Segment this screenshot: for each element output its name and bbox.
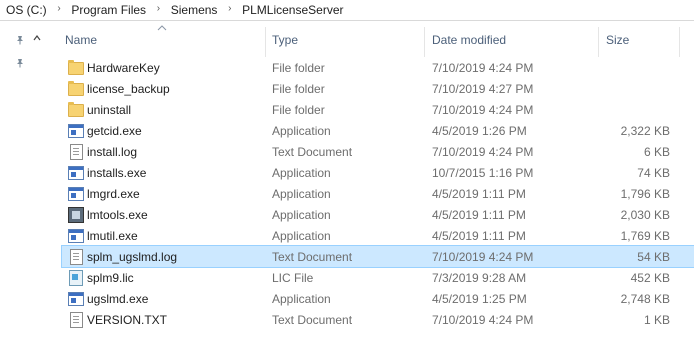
file-date-modified: 7/10/2019 4:24 PM	[432, 61, 534, 75]
folder-icon	[68, 81, 84, 96]
file-size: 1 KB	[643, 313, 670, 327]
application-icon	[68, 123, 84, 138]
file-type: Application	[272, 229, 331, 243]
file-size: 2,030 KB	[620, 208, 670, 222]
file-name[interactable]: getcid.exe	[87, 124, 142, 138]
text-document-icon	[68, 249, 84, 265]
application-icon	[68, 165, 84, 180]
text-document-icon	[68, 144, 84, 160]
folder-icon	[68, 102, 84, 117]
file-date-modified: 7/10/2019 4:27 PM	[432, 82, 534, 96]
file-date-modified: 7/3/2019 9:28 AM	[432, 271, 527, 285]
file-size: 2,748 KB	[620, 292, 670, 306]
column-header-type[interactable]: Type	[266, 21, 423, 59]
file-name[interactable]: lmgrd.exe	[87, 187, 140, 201]
file-name[interactable]: splm9.lic	[87, 271, 134, 285]
file-date-modified: 7/10/2019 4:24 PM	[432, 313, 534, 327]
column-header-date[interactable]: Date modified	[425, 21, 598, 59]
column-header-name[interactable]: Name	[47, 21, 265, 59]
file-date-modified: 4/5/2019 1:26 PM	[432, 124, 527, 138]
column-header-size-label: Size	[606, 33, 630, 47]
pin-icon[interactable]	[15, 58, 25, 68]
file-row[interactable]: installs.exe Application 10/7/2015 1:16 PM…	[62, 162, 694, 183]
file-size: 452 KB	[630, 271, 670, 285]
column-header-name-label: Name	[65, 33, 98, 47]
breadcrumb-separator-icon[interactable]: ›	[221, 3, 239, 14]
file-row[interactable]: lmtools.exe Application 4/5/2019 1:11 PM 2,…	[62, 204, 694, 225]
license-file-icon	[68, 270, 84, 286]
breadcrumb-program-files[interactable]: Program Files	[71, 3, 146, 17]
file-type: Application	[272, 124, 331, 138]
file-name[interactable]: install.log	[87, 145, 137, 159]
column-header-row: Name Type Date modified Size	[47, 21, 694, 59]
file-name[interactable]: ugslmd.exe	[87, 292, 148, 306]
column-divider[interactable]	[679, 27, 680, 57]
breadcrumb-separator-icon[interactable]: ›	[149, 3, 167, 14]
file-type: File folder	[272, 82, 325, 96]
breadcrumb-os-drive[interactable]: OS (C:)	[6, 3, 47, 17]
file-date-modified: 10/7/2015 1:16 PM	[432, 166, 534, 180]
folder-icon	[68, 60, 84, 75]
lmtools-icon	[68, 207, 84, 223]
file-row[interactable]: install.log Text Document 7/10/2019 4:24 P…	[62, 141, 694, 162]
file-list: HardwareKey File folder 7/10/2019 4:24 PM l…	[61, 57, 694, 330]
file-name[interactable]: lmutil.exe	[87, 229, 138, 243]
address-bar[interactable]: OS (C:) › Program Files › Siemens › PLML…	[0, 0, 694, 21]
file-name[interactable]: license_backup	[87, 82, 170, 96]
file-size: 6 KB	[643, 145, 670, 159]
file-name[interactable]: splm_ugslmd.log	[87, 250, 177, 264]
file-row[interactable]: lmutil.exe Application 4/5/2019 1:11 PM 1,7…	[62, 225, 694, 246]
application-icon	[68, 291, 84, 306]
file-type: File folder	[272, 61, 325, 75]
breadcrumb: OS (C:) › Program Files › Siemens › PLML…	[6, 3, 344, 17]
file-row[interactable]: splm9.lic LIC File 7/3/2019 9:28 AM 452 KB	[62, 267, 694, 288]
file-row[interactable]: license_backup File folder 7/10/2019 4:27 …	[62, 78, 694, 99]
file-type: LIC File	[272, 271, 314, 285]
file-row[interactable]: uninstall File folder 7/10/2019 4:24 PM	[62, 99, 694, 120]
file-type: Text Document	[272, 145, 353, 159]
file-row[interactable]: VERSION.TXT Text Document 7/10/2019 4:24 P…	[62, 309, 694, 330]
breadcrumb-siemens[interactable]: Siemens	[171, 3, 218, 17]
file-date-modified: 7/10/2019 4:24 PM	[432, 250, 534, 264]
file-row[interactable]: HardwareKey File folder 7/10/2019 4:24 PM	[62, 57, 694, 78]
file-date-modified: 4/5/2019 1:11 PM	[432, 187, 526, 201]
file-name[interactable]: installs.exe	[87, 166, 146, 180]
column-header-type-label: Type	[272, 33, 299, 47]
file-type: Text Document	[272, 250, 353, 264]
file-row[interactable]: splm_ugslmd.log Text Document 7/10/2019 4:…	[61, 245, 694, 268]
application-icon	[68, 228, 84, 243]
breadcrumb-plmlicenseserver[interactable]: PLMLicenseServer	[242, 3, 343, 17]
file-size: 74 KB	[637, 166, 670, 180]
breadcrumb-separator-icon[interactable]: ›	[50, 3, 68, 14]
file-date-modified: 4/5/2019 1:11 PM	[432, 229, 526, 243]
file-type: Application	[272, 187, 331, 201]
file-row[interactable]: getcid.exe Application 4/5/2019 1:26 PM 2,3…	[62, 120, 694, 141]
file-date-modified: 4/5/2019 1:25 PM	[432, 292, 527, 306]
file-name[interactable]: HardwareKey	[87, 61, 160, 75]
navigation-pane	[0, 21, 47, 341]
file-type: Application	[272, 292, 331, 306]
file-date-modified: 4/5/2019 1:11 PM	[432, 208, 526, 222]
application-icon	[68, 186, 84, 201]
file-type: Application	[272, 208, 331, 222]
column-header-size[interactable]: Size	[599, 21, 679, 59]
file-size: 1,796 KB	[620, 187, 670, 201]
file-date-modified: 7/10/2019 4:24 PM	[432, 145, 534, 159]
column-header-date-label: Date modified	[432, 33, 507, 47]
file-type: File folder	[272, 103, 325, 117]
file-name[interactable]: uninstall	[87, 103, 131, 117]
file-size: 2,322 KB	[620, 124, 670, 138]
file-row[interactable]: lmgrd.exe Application 4/5/2019 1:11 PM 1,79…	[62, 183, 694, 204]
file-size: 1,769 KB	[620, 229, 670, 243]
text-document-icon	[68, 312, 84, 328]
file-name[interactable]: lmtools.exe	[87, 208, 148, 222]
file-size: 54 KB	[637, 250, 670, 264]
file-name[interactable]: VERSION.TXT	[87, 313, 167, 327]
file-date-modified: 7/10/2019 4:24 PM	[432, 103, 534, 117]
scroll-up-chevron-icon[interactable]	[33, 31, 41, 41]
file-type: Text Document	[272, 313, 353, 327]
file-row[interactable]: ugslmd.exe Application 4/5/2019 1:25 PM 2,7…	[62, 288, 694, 309]
file-type: Application	[272, 166, 331, 180]
pin-icon[interactable]	[15, 35, 25, 45]
